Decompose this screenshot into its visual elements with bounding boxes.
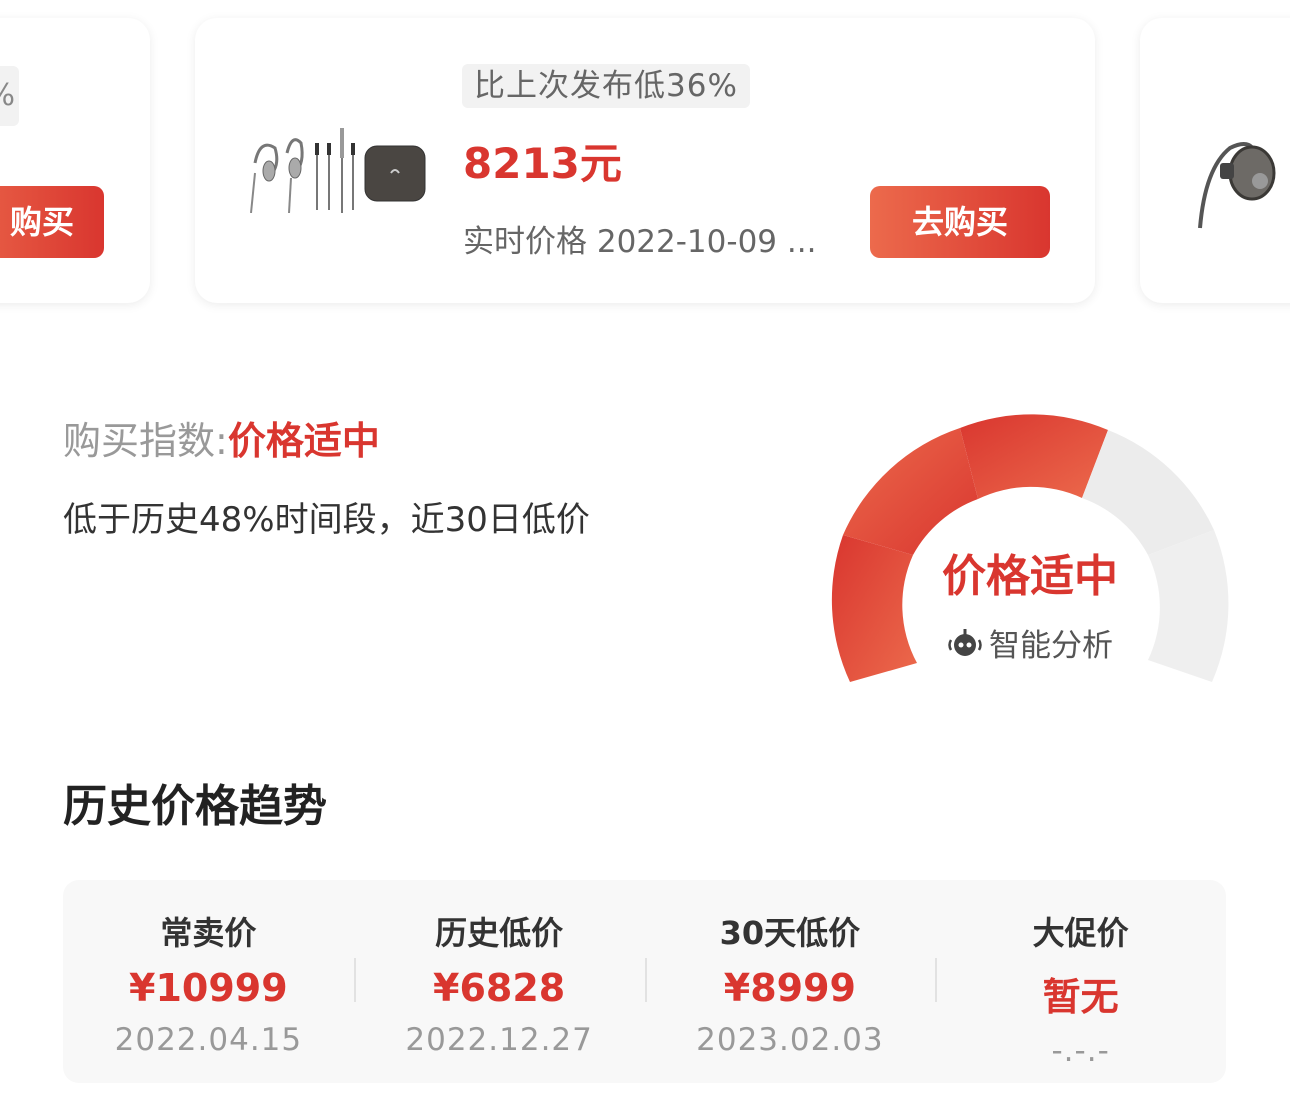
stat-30day-low: 30天低价 ¥8999 2023.02.03 [644,880,936,1083]
smart-analysis[interactable]: 智能分析 [940,620,1120,665]
stat-promo-price: 大促价 暂无 -.-.- [935,880,1226,1083]
product-card-prev[interactable]: % 购买 [0,18,150,303]
robot-icon [948,628,982,656]
gauge-segment-4 [1082,430,1214,555]
gauge-label: 价格适中 [942,551,1118,602]
stat-usual-price: 常卖价 ¥10999 2022.04.15 [63,880,354,1083]
stat-value: 暂无 [1042,975,1119,1019]
gauge-segment-1 [831,535,917,682]
smart-analysis-label: 智能分析 [989,628,1113,664]
stat-label: 历史低价 [435,914,564,952]
buy-button[interactable]: 购买 [0,186,104,258]
gauge-segment-2 [843,428,978,555]
stat-value: ¥8999 [723,966,856,1010]
stat-date: 2023.02.03 [696,1022,884,1058]
discount-tag: % [0,66,19,126]
stat-date: 2022.12.27 [405,1022,593,1058]
stat-value: ¥6828 [433,966,566,1010]
stat-date: -.-.- [1051,1033,1110,1069]
discount-tag: 比上次发布低36% [462,64,750,108]
stat-value: ¥10999 [129,966,288,1010]
gauge-segment-5 [1148,530,1229,682]
stat-label: 30天低价 [719,914,861,952]
buy-index: 购买指数:价格适中 [63,410,380,465]
buy-index-value: 价格适中 [227,419,380,463]
product-card[interactable]: 比上次发布低36% 8213元 实时价格 2022-10-09 ... 去购买 [195,18,1095,303]
buy-index-description: 低于历史48%时间段，近30日低价 [63,500,590,540]
earphone-product-image [250,128,426,213]
stat-label: 常卖价 [160,914,257,952]
price-stats: 常卖价 ¥10999 2022.04.15 历史低价 ¥6828 2022.12… [63,880,1226,1083]
product-price: 8213元 [463,139,622,188]
buy-button[interactable]: 去购买 [870,186,1050,258]
buy-button-label: 购买 [9,203,74,241]
stat-date: 2022.04.15 [114,1022,303,1058]
product-carousel[interactable]: % 购买 比上次发布低36% 8213元 实时价格 2022-10-09 ... [0,0,1290,330]
realtime-price-time: 实时价格 2022-10-09 ... [463,224,817,260]
stat-historic-low: 历史低价 ¥6828 2022.12.27 [353,880,645,1083]
buy-index-label: 购买指数: [63,419,228,463]
stat-label: 大促价 [1032,914,1129,952]
section-title: 历史价格趋势 [63,781,327,832]
gauge-segment-3 [960,414,1108,499]
product-card-next[interactable] [1140,18,1290,303]
earphone-product-image [1198,142,1276,229]
